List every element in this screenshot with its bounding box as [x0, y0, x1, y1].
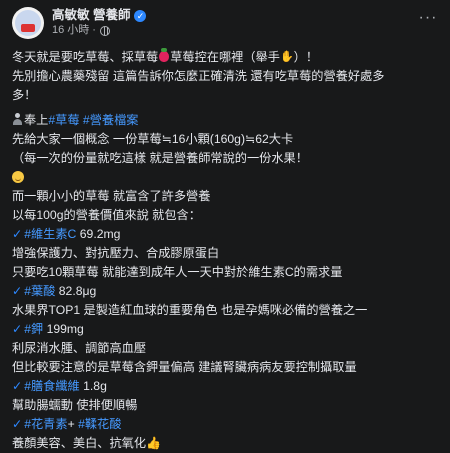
globe-icon	[99, 25, 110, 36]
post-text-line: 冬天就是要吃草莓、採草莓 草莓控在哪裡（舉手✋）！	[12, 48, 438, 67]
post-text-line: 水果界TOP1 是製造紅血球的重要角色 也是孕媽咪必備的營養之一	[12, 301, 438, 320]
post-header: 高敏敏 營養師 ✓ 16 小時 ·	[12, 4, 438, 42]
post-text-line: 幫助腸蠕動 使排便順暢	[12, 396, 438, 415]
check-icon: ✓	[12, 322, 23, 337]
post-text: 只要吃10顆草莓 就能達到成年人一天中對於維生素C的需求量	[12, 265, 343, 279]
hand-icon: ✋	[279, 51, 294, 64]
post-body: 冬天就是要吃草莓、採草莓 草莓控在哪裡（舉手✋）！ 先別擔心農藥殘留 這篇告訴你怎麼…	[12, 48, 438, 453]
post-text: 以每100g的營養價值來說 就包含：	[12, 208, 201, 222]
check-icon: ✓	[12, 379, 23, 394]
post-text: 增強保護力、對抗壓力、合成膠原蛋白	[12, 246, 220, 260]
post-text: 水果界TOP1 是製造紅血球的重要角色 也是孕媽咪必備的營養之一	[12, 303, 368, 317]
post-text: 奉上	[24, 113, 49, 127]
hashtag-link[interactable]: #營養檔案	[83, 113, 139, 127]
post-text-line: 先別擔心農藥殘留 這篇告訴你怎麼正確清洗 還有吃草莓的營養好處多	[12, 67, 438, 86]
more-options-button[interactable]: ···	[416, 6, 440, 30]
strawberry-icon	[159, 48, 170, 62]
post-text-line: ✓ #維生素C 69.2mg	[12, 225, 438, 244]
post-text-line: 只要吃10顆草莓 就能達到成年人一天中對於維生素C的需求量	[12, 263, 438, 282]
post-text: 多！	[12, 88, 37, 102]
post-sub-row: 16 小時 ·	[52, 24, 146, 38]
post-time[interactable]: 16 小時	[52, 24, 89, 38]
hashtag-link[interactable]: #草莓	[48, 113, 79, 127]
post-text: 199mg	[43, 322, 84, 336]
author-avatar[interactable]	[12, 7, 44, 39]
post-text: （每一次的份量就吃這樣 就是營養師常說的一份水果！	[12, 151, 308, 165]
author-row: 高敏敏 營養師 ✓	[52, 8, 147, 24]
post-text: 利尿消水腫、調節高血壓	[12, 341, 147, 355]
post-text: 1.8g	[79, 379, 107, 393]
post-text: +	[67, 417, 79, 431]
person-icon	[12, 113, 22, 125]
post-text: 草莓控在哪裡（舉手	[170, 50, 280, 64]
smile-icon	[12, 171, 24, 183]
post-text-line: 利尿消水腫、調節高血壓	[12, 339, 438, 358]
post-text-line: 奉上#草莓 #營養檔案	[12, 111, 438, 130]
post-text-line: 但比較要注意的是草莓含鉀量偏高 建議腎臟病病友要控制攝取量	[12, 358, 438, 377]
post-text: 冬天就是要吃草莓、採草莓	[12, 50, 159, 64]
post-text-line: 養顏美容、美白、抗氧化👍	[12, 434, 438, 453]
verified-badge-icon: ✓	[134, 10, 147, 23]
post-text: 69.2mg	[76, 227, 121, 241]
post-text-line: ✓ #花青素+ #鞣花酸	[12, 415, 438, 434]
post-text: 先別擔心農藥殘留 這篇告訴你怎麼正確清洗 還有吃草莓的營養好處多	[12, 69, 385, 83]
post-text: 82.8μg	[55, 284, 97, 298]
post-text-line: 以每100g的營養價值來說 就包含：	[12, 206, 438, 225]
hashtag-link[interactable]: #維生素C	[24, 227, 76, 241]
check-icon: ✓	[12, 227, 23, 242]
hashtag-link[interactable]: #膳食纖維	[24, 379, 80, 393]
hashtag-link[interactable]: #鉀	[24, 322, 43, 336]
post-text-line: 先給大家一個概念 一份草莓≒16小顆(160g)≒62大卡	[12, 130, 438, 149]
post-text-line	[12, 168, 438, 187]
check-icon: ✓	[12, 284, 23, 299]
post-text-line: ✓ #膳食纖維 1.8g	[12, 377, 438, 396]
post-text-line: ✓ #葉酸 82.8μg	[12, 282, 438, 301]
thumb-icon: 👍	[146, 436, 162, 451]
post-text-line: 增強保護力、對抗壓力、合成膠原蛋白	[12, 244, 438, 263]
post-text-line: 而一顆小小的草莓 就富含了許多營養	[12, 187, 438, 206]
post-meta: 高敏敏 營養師 ✓ 16 小時 ·	[52, 8, 147, 38]
post-text-line: ✓ #鉀 199mg	[12, 320, 438, 339]
hashtag-link[interactable]: #鞣花酸	[78, 417, 121, 431]
hashtag-link[interactable]: #葉酸	[24, 284, 55, 298]
post-text: 幫助腸蠕動 使排便順暢	[12, 398, 138, 412]
check-icon: ✓	[12, 417, 23, 432]
post-text: ）！	[293, 50, 319, 64]
post-text: 但比較要注意的是草莓含鉀量偏高 建議腎臟病病友要控制攝取量	[12, 360, 357, 374]
hashtag-link[interactable]: #花青素	[24, 417, 67, 431]
post-text-line: 多！	[12, 86, 438, 105]
facebook-post: 高敏敏 營養師 ✓ 16 小時 · ··· 冬天就是要吃草莓、採草莓 草莓控在哪裡…	[0, 0, 450, 450]
author-name[interactable]: 高敏敏 營養師	[52, 8, 130, 24]
avatar-image	[15, 10, 41, 36]
post-text: 先給大家一個概念 一份草莓≒16小顆(160g)≒62大卡	[12, 132, 294, 146]
separator: ·	[92, 23, 96, 36]
post-text: 養顏美容、美白、抗氧化	[12, 436, 147, 450]
post-text: 而一顆小小的草莓 就富含了許多營養	[12, 189, 211, 203]
post-text-line: （每一次的份量就吃這樣 就是營養師常說的一份水果！	[12, 149, 438, 168]
